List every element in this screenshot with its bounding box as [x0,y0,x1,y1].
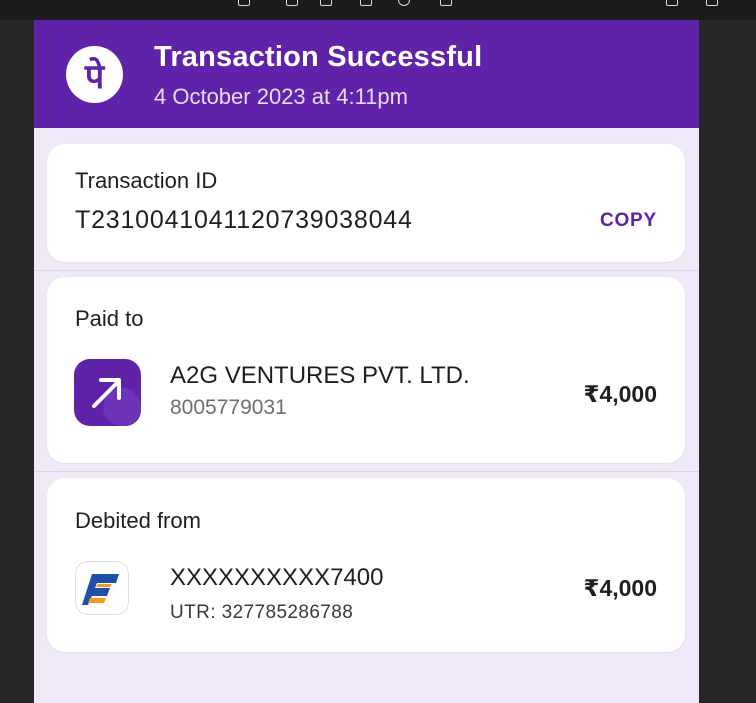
copy-button[interactable]: COPY [600,210,657,232]
status-icon [398,0,410,6]
status-icon [320,0,332,6]
status-icon [706,0,718,6]
success-header: पे Transaction Successful 4 October 2023… [34,20,699,128]
debited-from-label: Debited from [75,508,201,533]
divider [34,471,699,472]
account-number: XXXXXXXXXX7400 [170,564,384,591]
system-status-strip [0,0,756,20]
payee-phone: 8005779031 [170,396,287,419]
divider [34,270,699,271]
transaction-datetime: 4 October 2023 at 4:11pm [154,84,408,109]
status-icon [238,0,250,6]
paid-amount: ₹4,000 [583,381,657,407]
payee-name: A2G VENTURES PVT. LTD. [170,362,470,389]
status-icon [666,0,678,6]
phonepe-logo-icon: पे [66,46,123,103]
status-icon [286,0,298,6]
transaction-screen: पे Transaction Successful 4 October 2023… [34,20,699,703]
page-title: Transaction Successful [154,41,483,73]
transaction-id-value: T2310041041120739038044 [75,206,413,234]
transaction-id-label: Transaction ID [75,168,218,193]
utr-number: UTR: 327785286788 [170,602,354,623]
paid-to-card[interactable]: Paid to A2G VENTURES PVT. LTD. 800577903… [47,277,685,463]
status-icon [360,0,372,6]
bank-logo-icon [75,561,129,615]
debited-from-card[interactable]: Debited from XXXXXXXXXX7400 UTR: 3277852… [47,478,685,652]
transaction-id-card: Transaction ID T2310041041120739038044 C… [47,144,685,262]
status-icon [440,0,452,6]
arrow-up-right-icon [74,359,141,426]
debited-amount: ₹4,000 [583,575,657,601]
paid-to-label: Paid to [75,306,144,331]
